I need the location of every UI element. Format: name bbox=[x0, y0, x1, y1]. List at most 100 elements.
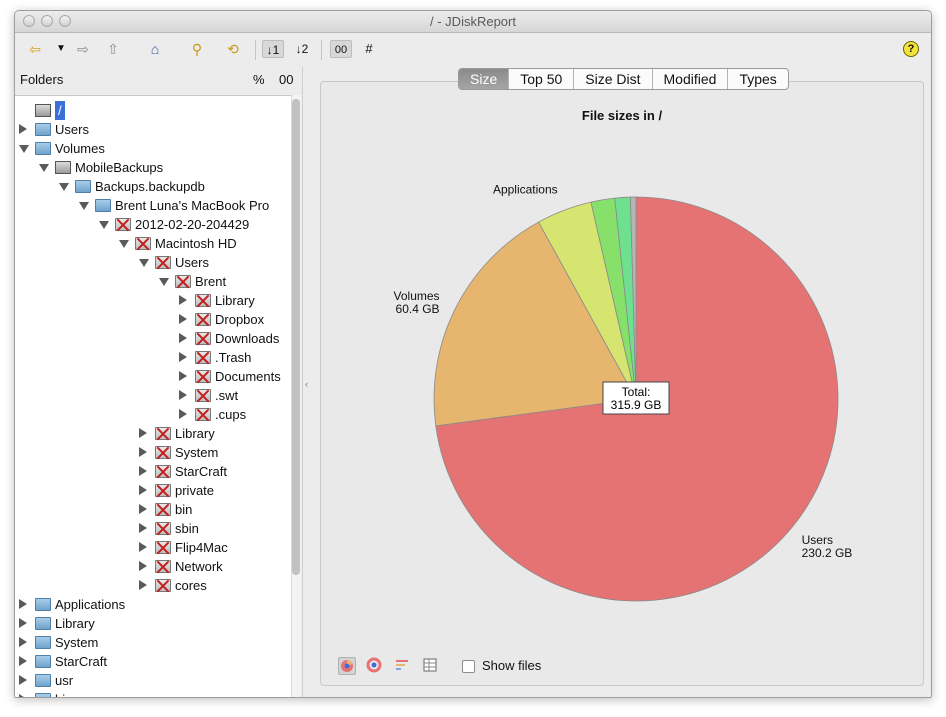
tree-row[interactable]: Backups.backupdb bbox=[15, 177, 291, 196]
disclosure-open-icon[interactable] bbox=[119, 240, 129, 248]
disclosure-closed-icon[interactable] bbox=[179, 314, 187, 324]
disclosure-closed-icon[interactable] bbox=[179, 333, 187, 343]
show-count-button[interactable]: # bbox=[359, 40, 379, 58]
disclosure-closed-icon[interactable] bbox=[139, 523, 147, 533]
tree-scrollbar-thumb[interactable] bbox=[292, 99, 300, 575]
tree-row[interactable]: Volumes bbox=[15, 139, 291, 158]
back-arrow-icon[interactable]: ⇦ bbox=[25, 40, 45, 58]
bar-chart-view-icon[interactable] bbox=[394, 657, 412, 675]
tab-size-dist[interactable]: Size Dist bbox=[573, 69, 651, 89]
tree-row[interactable]: bin bbox=[15, 500, 291, 519]
tree-row[interactable]: .Trash bbox=[15, 348, 291, 367]
tree-row-label: .cups bbox=[215, 407, 247, 422]
tree-row[interactable]: MobileBackups bbox=[15, 158, 291, 177]
disclosure-closed-icon[interactable] bbox=[179, 390, 187, 400]
show-files-checkbox[interactable] bbox=[462, 660, 475, 673]
disclosure-closed-icon[interactable] bbox=[19, 675, 27, 685]
disclosure-closed-icon[interactable] bbox=[19, 656, 27, 666]
tree-row[interactable]: private bbox=[15, 481, 291, 500]
tree-row[interactable]: sbin bbox=[15, 519, 291, 538]
minimize-window-button[interactable] bbox=[41, 15, 53, 27]
slice-label: Users 230.2 GB bbox=[802, 533, 853, 560]
disclosure-closed-icon[interactable] bbox=[139, 485, 147, 495]
zoom-window-button[interactable] bbox=[59, 15, 71, 27]
disclosure-closed-icon[interactable] bbox=[139, 466, 147, 476]
disclosure-closed-icon[interactable] bbox=[139, 428, 147, 438]
up-arrow-icon[interactable]: ⇧ bbox=[103, 40, 123, 58]
excluded-folder-icon bbox=[175, 275, 191, 288]
tree-row[interactable]: Brent bbox=[15, 272, 291, 291]
tab-size[interactable]: Size bbox=[459, 69, 509, 89]
ring-chart-view-icon[interactable] bbox=[366, 657, 384, 675]
disclosure-open-icon[interactable] bbox=[19, 145, 29, 153]
tree-row[interactable]: StarCraft bbox=[15, 462, 291, 481]
help-icon[interactable]: ? bbox=[903, 41, 919, 57]
show-size-button[interactable]: 00 bbox=[330, 40, 352, 58]
units-toggle[interactable]: 00 bbox=[279, 72, 293, 87]
disclosure-closed-icon[interactable] bbox=[139, 447, 147, 457]
tree-row[interactable]: Library bbox=[15, 424, 291, 443]
disclosure-closed-icon[interactable] bbox=[179, 371, 187, 381]
forward-arrow-icon[interactable]: ⇨ bbox=[73, 40, 93, 58]
tree-row[interactable]: Dropbox bbox=[15, 310, 291, 329]
tree-row[interactable]: Flip4Mac bbox=[15, 538, 291, 557]
toolbar-separator bbox=[255, 40, 256, 60]
tree-row[interactable]: cores bbox=[15, 576, 291, 595]
excluded-folder-icon bbox=[115, 218, 131, 231]
disclosure-open-icon[interactable] bbox=[159, 278, 169, 286]
disclosure-closed-icon[interactable] bbox=[139, 580, 147, 590]
tree-row-label: Library bbox=[175, 426, 215, 441]
tree-row[interactable]: System bbox=[15, 443, 291, 462]
tree-row[interactable]: Documents bbox=[15, 367, 291, 386]
disclosure-open-icon[interactable] bbox=[39, 164, 49, 172]
tree-row[interactable]: Library bbox=[15, 291, 291, 310]
tree-row[interactable]: Applications bbox=[15, 595, 291, 614]
tree-row[interactable]: System bbox=[15, 633, 291, 652]
disclosure-open-icon[interactable] bbox=[59, 183, 69, 191]
tree-row[interactable]: / bbox=[15, 101, 291, 120]
disclosure-closed-icon[interactable] bbox=[139, 504, 147, 514]
disclosure-closed-icon[interactable] bbox=[139, 542, 147, 552]
history-dropdown-icon[interactable]: ▼ bbox=[51, 40, 71, 58]
home-icon[interactable]: ⌂ bbox=[145, 40, 165, 58]
tree-row[interactable]: Downloads bbox=[15, 329, 291, 348]
disclosure-closed-icon[interactable] bbox=[19, 637, 27, 647]
disclosure-closed-icon[interactable] bbox=[179, 295, 187, 305]
disclosure-closed-icon[interactable] bbox=[179, 352, 187, 362]
search-icon[interactable]: ⚲ bbox=[187, 40, 207, 58]
disclosure-open-icon[interactable] bbox=[79, 202, 89, 210]
tab-types[interactable]: Types bbox=[727, 69, 787, 89]
tree-row[interactable]: bin bbox=[15, 690, 291, 697]
tree-row[interactable]: 2012-02-20-204429 bbox=[15, 215, 291, 234]
tree-row[interactable]: Network bbox=[15, 557, 291, 576]
sort-by-name-button[interactable]: ↓2 bbox=[291, 40, 313, 58]
disclosure-closed-icon[interactable] bbox=[139, 561, 147, 571]
refresh-icon[interactable]: ⟲ bbox=[223, 40, 243, 58]
disclosure-closed-icon[interactable] bbox=[19, 694, 27, 697]
excluded-folder-icon bbox=[195, 332, 211, 345]
pie-chart-view-icon[interactable] bbox=[338, 657, 356, 675]
tree-row[interactable]: Brent Luna's MacBook Pro bbox=[15, 196, 291, 215]
table-view-icon[interactable] bbox=[422, 657, 440, 675]
title-bar: / - JDiskReport bbox=[15, 11, 931, 33]
tree-row[interactable]: .cups bbox=[15, 405, 291, 424]
disclosure-open-icon[interactable] bbox=[99, 221, 109, 229]
disclosure-closed-icon[interactable] bbox=[19, 599, 27, 609]
tree-row[interactable]: Users bbox=[15, 253, 291, 272]
tree-row[interactable]: StarCraft bbox=[15, 652, 291, 671]
sort-by-size-button[interactable]: ↓1 bbox=[262, 40, 284, 58]
disclosure-closed-icon[interactable] bbox=[19, 618, 27, 628]
close-window-button[interactable] bbox=[23, 15, 35, 27]
tree-row[interactable]: usr bbox=[15, 671, 291, 690]
tree-row[interactable]: Library bbox=[15, 614, 291, 633]
percent-toggle[interactable]: % bbox=[253, 72, 265, 87]
tree-row[interactable]: Users bbox=[15, 120, 291, 139]
tree-row[interactable]: Macintosh HD bbox=[15, 234, 291, 253]
disclosure-open-icon[interactable] bbox=[139, 259, 149, 267]
tab-top-50[interactable]: Top 50 bbox=[508, 69, 573, 89]
tree-row[interactable]: .swt bbox=[15, 386, 291, 405]
tab-modified[interactable]: Modified bbox=[651, 69, 728, 89]
disclosure-closed-icon[interactable] bbox=[19, 124, 27, 134]
pane-splitter[interactable]: ‹ bbox=[302, 67, 314, 697]
disclosure-closed-icon[interactable] bbox=[179, 409, 187, 419]
